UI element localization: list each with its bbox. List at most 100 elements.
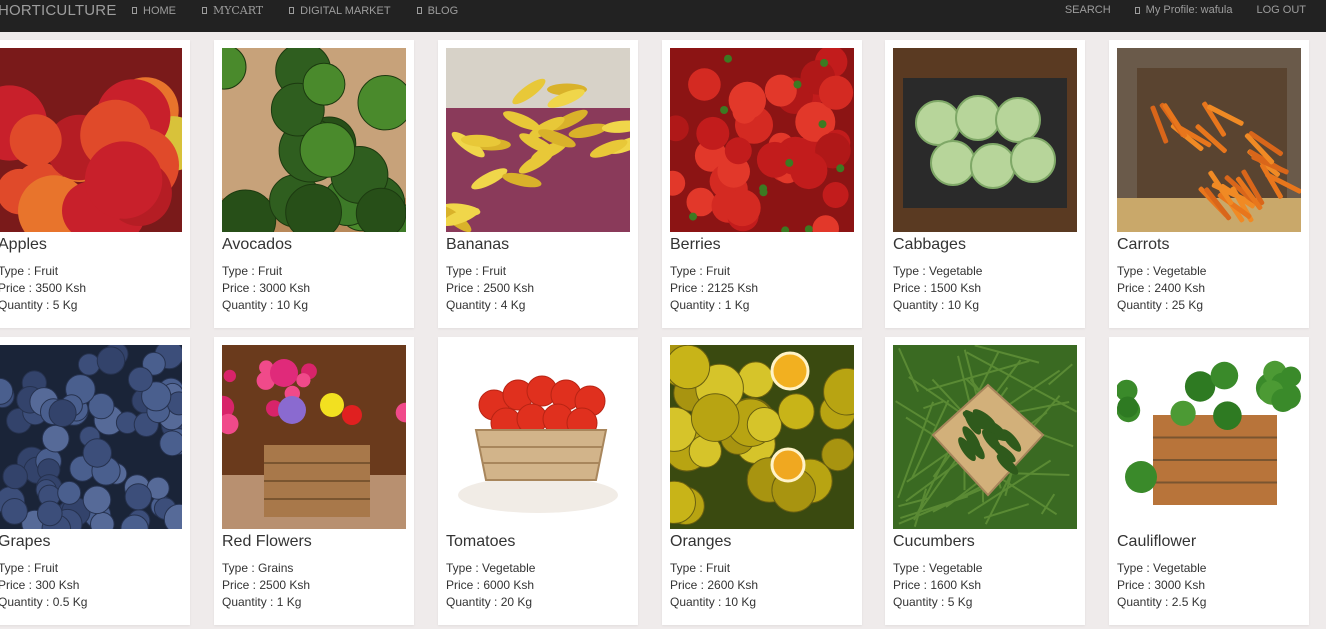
product-name[interactable]: Carrots [1117, 236, 1169, 254]
quantity-label: Quantity : [893, 595, 948, 609]
type-value: Fruit [706, 561, 731, 575]
product-quantity: Quantity : 25 Kg [1117, 297, 1206, 314]
price-value: 2500 Ksh [483, 281, 535, 295]
price-value: 3500 Ksh [35, 281, 87, 295]
carrots-image[interactable] [1117, 48, 1301, 232]
product-card[interactable]: Tomatoes Type : Vegetable Price : 6000 Ksh… [438, 337, 638, 625]
type-label: Type : [893, 264, 930, 278]
quantity-value: 5 Kg [52, 298, 78, 312]
quantity-label: Quantity : [670, 595, 725, 609]
product-quantity: Quantity : 20 Kg [446, 594, 535, 611]
quantity-value: 10 Kg [276, 298, 309, 312]
product-info: Type : Vegetable Price : 3000 Ksh Quantity… [1117, 560, 1206, 611]
type-value: Grains [258, 561, 294, 575]
product-price: Price : 6000 Ksh [446, 577, 535, 594]
type-value: Vegetable [1153, 264, 1207, 278]
logout-link[interactable]: LOG OUT [1256, 4, 1306, 16]
product-card[interactable]: Cabbages Type : Vegetable Price : 1500 Ksh… [885, 40, 1085, 328]
quantity-value: 0.5 Kg [52, 595, 88, 609]
product-name[interactable]: Oranges [670, 533, 731, 551]
product-price: Price : 2500 Ksh [446, 280, 534, 297]
product-name[interactable]: Cauliflower [1117, 533, 1196, 551]
product-quantity: Quantity : 1 Kg [670, 297, 758, 314]
product-card[interactable]: Cucumbers Type : Vegetable Price : 1600 Ks… [885, 337, 1085, 625]
quantity-value: 5 Kg [947, 595, 973, 609]
product-card[interactable]: Grapes Type : Fruit Price : 300 Ksh Quantit… [0, 337, 190, 625]
quantity-value: 1 Kg [724, 298, 750, 312]
product-info: Type : Grains Price : 2500 Ksh Quantity : … [222, 560, 310, 611]
price-label: Price : [222, 578, 260, 592]
product-card[interactable]: Bananas Type : Fruit Price : 2500 Ksh Quant… [438, 40, 638, 328]
nav-digital-market[interactable]: DIGITAL MARKET [289, 4, 391, 17]
product-name[interactable]: Red Flowers [222, 533, 312, 551]
product-card[interactable]: Berries Type : Fruit Price : 2125 Ksh Quant… [662, 40, 862, 328]
quantity-value: 10 Kg [947, 298, 980, 312]
product-card[interactable]: Cauliflower Type : Vegetable Price : 3000 … [1109, 337, 1309, 625]
quantity-label: Quantity : [1117, 595, 1172, 609]
bananas-image[interactable] [446, 48, 630, 232]
product-card[interactable]: Oranges Type : Fruit Price : 2600 Ksh Quant… [662, 337, 862, 625]
grapes-image[interactable] [0, 345, 182, 529]
avocados-image[interactable] [222, 48, 406, 232]
nav-home[interactable]: HOME [132, 4, 176, 17]
product-price: Price : 3000 Ksh [222, 280, 310, 297]
product-quantity: Quantity : 10 Kg [893, 297, 982, 314]
product-card[interactable]: Apples Type : Fruit Price : 3500 Ksh Quanti… [0, 40, 190, 328]
search-link[interactable]: SEARCH [1065, 4, 1111, 16]
quantity-label: Quantity : [222, 298, 277, 312]
product-name[interactable]: Avocados [222, 236, 292, 254]
cauliflower-image[interactable] [1117, 345, 1301, 529]
product-type: Type : Fruit [222, 263, 310, 280]
product-card[interactable]: Red Flowers Type : Grains Price : 2500 Ksh… [214, 337, 414, 625]
product-type: Type : Vegetable [893, 560, 982, 577]
quantity-value: 10 Kg [724, 595, 757, 609]
berries-image[interactable] [670, 48, 854, 232]
cabbages-image[interactable] [893, 48, 1077, 232]
profile-link[interactable]: My Profile: wafula [1134, 4, 1232, 16]
oranges-image[interactable] [670, 345, 854, 529]
price-value: 2125 Ksh [707, 281, 759, 295]
product-name[interactable]: Tomatoes [446, 533, 515, 551]
product-card[interactable]: Avocados Type : Fruit Price : 3000 Ksh Quan… [214, 40, 414, 328]
cucumbers-image[interactable] [893, 345, 1077, 529]
apples-image[interactable] [0, 48, 182, 232]
product-name[interactable]: Apples [0, 236, 47, 254]
tomatoes-image[interactable] [446, 345, 630, 529]
product-name[interactable]: Cucumbers [893, 533, 975, 551]
cart-icon [202, 7, 207, 14]
nav-mycart-label: MYCART [213, 4, 264, 17]
price-value: 6000 Ksh [483, 578, 535, 592]
price-label: Price : [893, 281, 931, 295]
product-info: Type : Vegetable Price : 1500 Ksh Quantity… [893, 263, 982, 314]
type-value: Vegetable [929, 264, 983, 278]
product-price: Price : 2500 Ksh [222, 577, 310, 594]
quantity-label: Quantity : [670, 298, 725, 312]
quantity-value: 25 Kg [1171, 298, 1204, 312]
product-info: Type : Fruit Price : 3000 Ksh Quantity : 1… [222, 263, 310, 314]
type-label: Type : [222, 561, 259, 575]
quantity-value: 4 Kg [500, 298, 526, 312]
type-label: Type : [1117, 561, 1154, 575]
quantity-label: Quantity : [0, 595, 53, 609]
product-name[interactable]: Berries [670, 236, 721, 254]
product-type: Type : Grains [222, 560, 310, 577]
product-info: Type : Vegetable Price : 6000 Ksh Quantity… [446, 560, 535, 611]
price-value: 3000 Ksh [259, 281, 311, 295]
product-price: Price : 2125 Ksh [670, 280, 758, 297]
red-flowers-image[interactable] [222, 345, 406, 529]
type-value: Fruit [258, 264, 283, 278]
brand-logo[interactable]: HORTICULTURE [0, 2, 117, 19]
product-card[interactable]: Carrots Type : Vegetable Price : 2400 Ksh Q… [1109, 40, 1309, 328]
product-price: Price : 3500 Ksh [0, 280, 86, 297]
type-label: Type : [1117, 264, 1154, 278]
market-icon [289, 7, 295, 14]
price-label: Price : [670, 578, 708, 592]
product-name[interactable]: Bananas [446, 236, 509, 254]
type-label: Type : [670, 264, 707, 278]
product-name[interactable]: Grapes [0, 533, 50, 551]
product-info: Type : Fruit Price : 3500 Ksh Quantity : 5… [0, 263, 86, 314]
nav-blog[interactable]: BLOG [416, 4, 458, 17]
product-name[interactable]: Cabbages [893, 236, 966, 254]
product-type: Type : Fruit [670, 560, 758, 577]
nav-mycart[interactable]: MYCART [202, 4, 263, 17]
